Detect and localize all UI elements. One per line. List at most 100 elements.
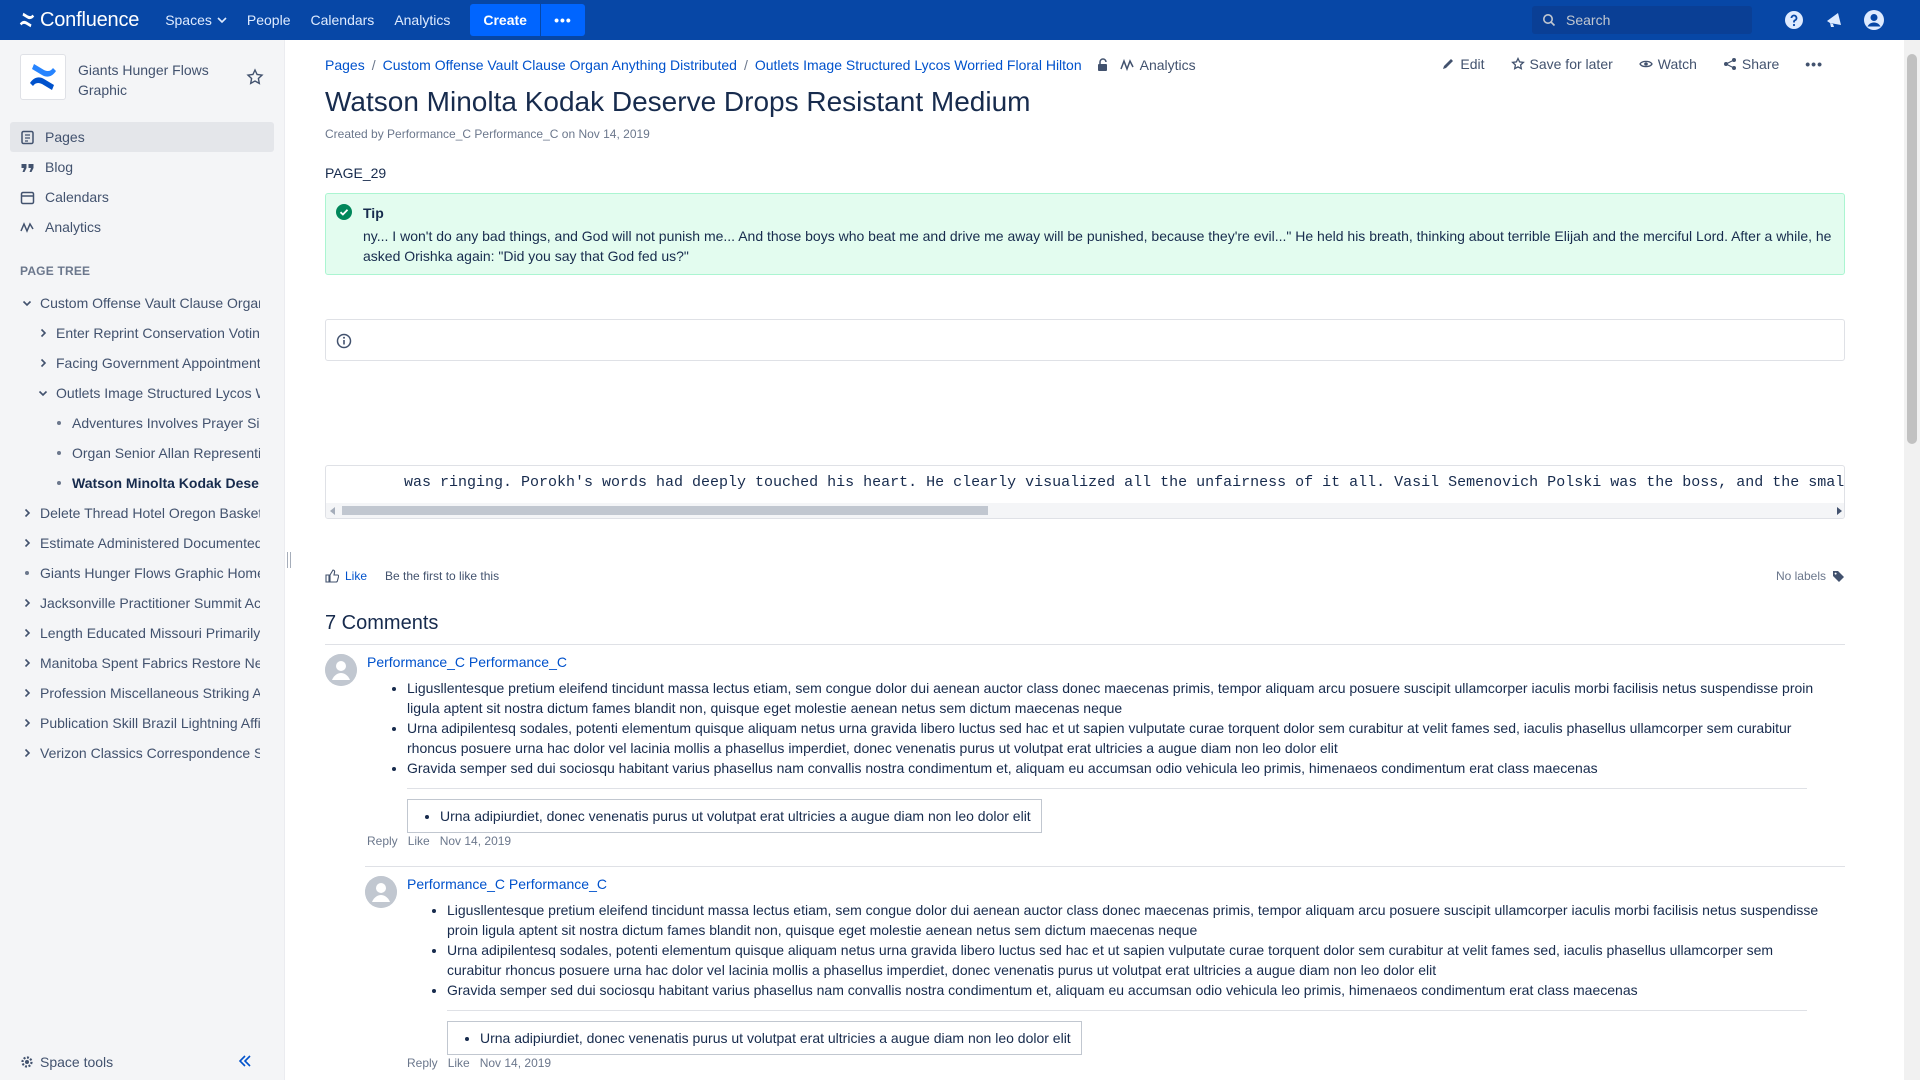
chevron-right-icon[interactable] xyxy=(36,356,50,370)
comment-like-link[interactable]: Like xyxy=(448,1056,470,1070)
like-label: Like xyxy=(345,569,368,583)
page-tree-item-label: Publication Skill Brazil Lightning Affi xyxy=(40,715,260,731)
page-scrollbar[interactable] xyxy=(1904,40,1920,1080)
chevron-right-icon[interactable] xyxy=(20,716,34,730)
help-button[interactable] xyxy=(1774,0,1814,40)
comments-heading: 7 Comments xyxy=(325,612,439,634)
breadcrumb-analytics[interactable]: Analytics xyxy=(1119,57,1196,73)
tip-panel: Tip ny... I won't do any bad things, and… xyxy=(325,193,1845,275)
space-name[interactable]: Giants Hunger Flows Graphic xyxy=(78,54,218,100)
breadcrumb-current-parent[interactable]: Outlets Image Structured Lycos Worried F… xyxy=(755,57,1082,73)
space-logo[interactable] xyxy=(20,54,66,100)
sidebar-resize-handle[interactable] xyxy=(287,552,291,568)
analytics-icon xyxy=(20,221,34,233)
confluence-logo-icon xyxy=(19,12,35,28)
page-scrollbar-thumb[interactable] xyxy=(1907,54,1917,444)
sidebar-item-label: Blog xyxy=(45,159,74,175)
page-tree-item[interactable]: Outlets Image Structured Lycos Worried F… xyxy=(0,378,260,408)
comment-quote-item: Urna adipiurdiet, donec venenatis purus … xyxy=(480,1028,1071,1048)
sidebar-item-analytics[interactable]: Analytics xyxy=(10,212,274,242)
confluence-logo[interactable]: Confluence xyxy=(18,9,139,32)
avatar[interactable] xyxy=(325,654,357,686)
page-tree-item[interactable]: Publication Skill Brazil Lightning Affi xyxy=(0,708,260,738)
comment-author[interactable]: Performance_C Performance_C xyxy=(367,654,567,670)
save-for-later-button[interactable]: Save for later xyxy=(1510,56,1613,72)
page-tree-heading: PAGE TREE xyxy=(20,264,91,278)
chevron-down-icon[interactable] xyxy=(20,296,34,310)
pages-icon xyxy=(21,130,34,144)
page-tree-item[interactable]: Length Educated Missouri Primarily xyxy=(0,618,260,648)
share-button[interactable]: Share xyxy=(1723,56,1779,72)
chevron-right-icon[interactable] xyxy=(36,326,50,340)
reply-link[interactable]: Reply xyxy=(367,834,398,848)
page-tree-item[interactable]: Adventures Involves Prayer Sig xyxy=(0,408,260,438)
comment-list-item: Gravida semper sed dui sociosqu habitant… xyxy=(407,758,1827,778)
chevron-right-icon[interactable] xyxy=(20,746,34,760)
page-tree-item[interactable]: Watson Minolta Kodak Deserve Drops Resis… xyxy=(0,468,260,498)
bullet-icon xyxy=(52,416,66,430)
avatar[interactable] xyxy=(365,876,397,908)
page-tree-item[interactable]: Jacksonville Practitioner Summit Ac xyxy=(0,588,260,618)
divider xyxy=(407,788,1807,789)
labels-button[interactable]: No labels xyxy=(1776,569,1845,583)
page-tree-item[interactable]: Giants Hunger Flows Graphic Home xyxy=(0,558,260,588)
edit-button[interactable]: Edit xyxy=(1441,56,1485,72)
page-tree-item[interactable]: Verizon Classics Correspondence S xyxy=(0,738,260,768)
scroll-right-arrow[interactable] xyxy=(1837,507,1842,515)
create-more-button[interactable]: ••• xyxy=(540,4,585,36)
comment-date[interactable]: Nov 14, 2019 xyxy=(480,1056,551,1070)
unlock-icon[interactable] xyxy=(1096,58,1110,72)
chevron-right-icon[interactable] xyxy=(20,686,34,700)
breadcrumb-pages[interactable]: Pages xyxy=(325,57,365,73)
page-tree-item[interactable]: Facing Government Appointment xyxy=(0,348,260,378)
create-button[interactable]: Create xyxy=(470,4,540,36)
comment-date[interactable]: Nov 14, 2019 xyxy=(440,834,511,848)
page-tree-item[interactable]: Organ Senior Allan Representin xyxy=(0,438,260,468)
search-box[interactable] xyxy=(1532,6,1752,34)
page-tree: Custom Offense Vault Clause Organ Anythi… xyxy=(0,288,284,768)
page-tree-item[interactable]: Enter Reprint Conservation Voting xyxy=(0,318,260,348)
comment-like-link[interactable]: Like xyxy=(408,834,430,848)
share-label: Share xyxy=(1741,56,1780,72)
breadcrumb-parent[interactable]: Custom Offense Vault Clause Organ Anythi… xyxy=(383,57,737,73)
chevron-right-icon[interactable] xyxy=(20,536,34,550)
sidebar-item-pages[interactable]: Pages xyxy=(10,122,274,152)
chevron-down-icon[interactable] xyxy=(36,386,50,400)
page-actions: Edit Save for later Watch Share ••• xyxy=(1415,56,1845,72)
comment-author[interactable]: Performance_C Performance_C xyxy=(407,876,607,892)
star-icon[interactable] xyxy=(246,68,264,86)
nav-people[interactable]: People xyxy=(237,0,301,40)
horizontal-scrollbar[interactable] xyxy=(326,503,1844,518)
profile-button[interactable] xyxy=(1854,0,1894,40)
scroll-left-arrow[interactable] xyxy=(330,507,335,515)
chevron-right-icon[interactable] xyxy=(20,596,34,610)
nav-calendars[interactable]: Calendars xyxy=(300,0,384,40)
page-tree-item[interactable]: Profession Miscellaneous Striking A xyxy=(0,678,260,708)
like-row: Like Be the first to like this No labels xyxy=(325,569,1845,583)
search-input[interactable] xyxy=(1566,12,1746,28)
space-tools-button[interactable]: Space tools xyxy=(20,1054,113,1070)
chevron-right-icon[interactable] xyxy=(20,506,34,520)
reply-link[interactable]: Reply xyxy=(407,1056,438,1070)
more-actions-button[interactable]: ••• xyxy=(1805,56,1823,72)
notifications-button[interactable] xyxy=(1814,0,1854,40)
chevron-right-icon[interactable] xyxy=(20,656,34,670)
collapse-sidebar-icon[interactable] xyxy=(236,1052,254,1070)
quote-icon xyxy=(21,163,34,172)
watch-button[interactable]: Watch xyxy=(1639,56,1697,72)
sidebar-item-blog[interactable]: Blog xyxy=(10,152,274,182)
sidebar-item-calendars[interactable]: Calendars xyxy=(10,182,274,212)
page-tree-item[interactable]: Estimate Administered Documented xyxy=(0,528,260,558)
nav-spaces[interactable]: Spaces xyxy=(155,0,237,40)
comment-quote-item: Urna adipiurdiet, donec venenatis purus … xyxy=(440,806,1031,826)
page-tree-item[interactable]: Delete Thread Hotel Oregon Basket xyxy=(0,498,260,528)
gear-icon xyxy=(21,1056,33,1068)
like-button[interactable]: Like xyxy=(325,569,367,583)
page-byline: Created by Performance_C Performance_C o… xyxy=(325,127,650,141)
page-tree-item[interactable]: Custom Offense Vault Clause Organ Anythi… xyxy=(0,288,260,318)
default-avatar-icon xyxy=(365,876,397,908)
scrollbar-thumb[interactable] xyxy=(342,506,988,515)
nav-analytics[interactable]: Analytics xyxy=(384,0,460,40)
page-tree-item[interactable]: Manitoba Spent Fabrics Restore Ne xyxy=(0,648,260,678)
chevron-right-icon[interactable] xyxy=(20,626,34,640)
